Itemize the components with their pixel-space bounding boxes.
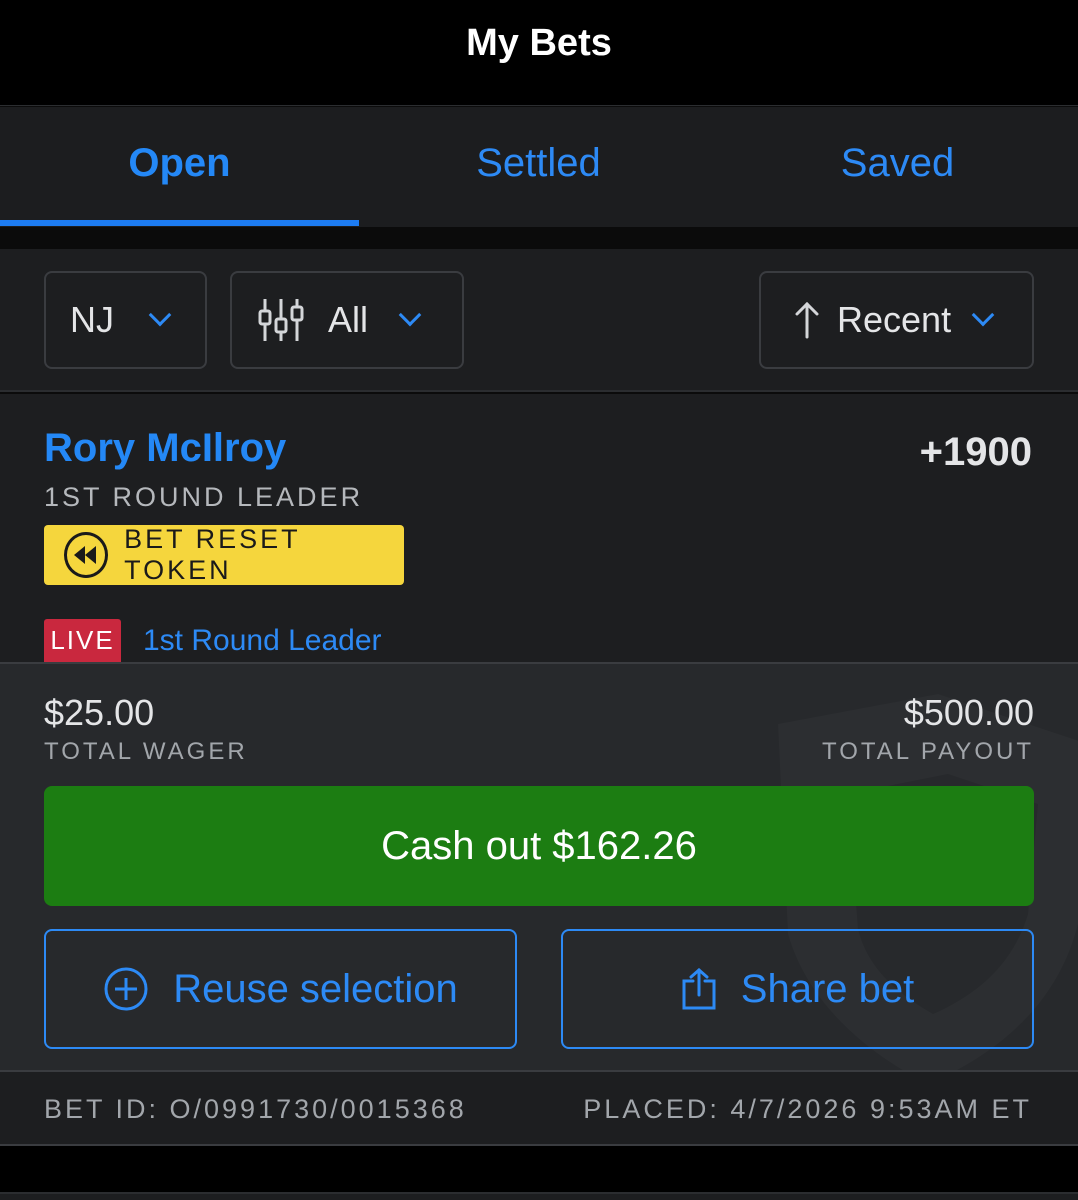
- state-filter-dropdown[interactable]: NJ: [44, 271, 207, 369]
- share-icon: [682, 968, 716, 1010]
- chevron-down-icon: [148, 303, 172, 327]
- rewind-icon: [64, 532, 109, 578]
- reuse-selection-button[interactable]: Reuse selection: [44, 929, 517, 1049]
- chevron-down-icon: [971, 303, 995, 327]
- sort-label: Recent: [837, 299, 952, 340]
- tab-open[interactable]: Open: [0, 107, 359, 227]
- bet-card-footer: BET ID: O/0991730/0015368 PLACED: 4/7/20…: [0, 1070, 1078, 1146]
- reuse-selection-label: Reuse selection: [173, 966, 458, 1011]
- divider: [0, 1146, 1078, 1192]
- live-event-link[interactable]: 1st Round Leader: [143, 624, 382, 658]
- total-wager-value: $25.00: [44, 692, 155, 733]
- total-wager-label: TOTAL WAGER: [44, 738, 248, 765]
- active-tab-indicator: [0, 220, 359, 226]
- cash-out-button[interactable]: Cash out $162.26: [44, 786, 1034, 906]
- next-card-edge: [0, 1192, 1078, 1200]
- tab-saved[interactable]: Saved: [718, 107, 1077, 227]
- bet-odds: +1900: [919, 430, 1032, 474]
- live-badge: LIVE: [44, 619, 121, 662]
- plus-circle-icon: [104, 967, 148, 1011]
- page-title: My Bets: [466, 22, 612, 64]
- bet-card-header: Rory McIlroy +1900 1ST ROUND LEADER BET …: [0, 394, 1078, 662]
- top-bar: My Bets: [0, 0, 1078, 106]
- total-payout-label: TOTAL PAYOUT: [821, 738, 1034, 765]
- bet-type-filter-dropdown[interactable]: All: [230, 271, 464, 369]
- sliders-icon: [258, 299, 304, 341]
- share-bet-label: Share bet: [740, 966, 915, 1011]
- arrow-up-icon: [795, 301, 819, 339]
- share-bet-button[interactable]: Share bet: [561, 929, 1034, 1049]
- total-payout-value: $500.00: [903, 692, 1034, 733]
- token-label: BET RESET TOKEN: [124, 524, 301, 585]
- bet-card-summary: $25.00 TOTAL WAGER $500.00 TOTAL PAYOUT …: [0, 662, 1078, 1070]
- bet-type-filter-label: All: [328, 299, 369, 340]
- tab-settled[interactable]: Settled: [359, 107, 718, 227]
- selection-name[interactable]: Rory McIlroy: [44, 426, 286, 471]
- placed-timestamp: PLACED: 4/7/2026 9:53AM ET: [583, 1094, 1032, 1124]
- sort-dropdown[interactable]: Recent: [759, 271, 1034, 369]
- filter-bar: NJ All Recent: [0, 249, 1078, 392]
- bet-reset-token-badge[interactable]: BET RESET TOKEN: [44, 524, 404, 585]
- chevron-down-icon: [398, 303, 422, 327]
- market-name: 1ST ROUND LEADER: [44, 482, 364, 512]
- tab-bar: Open Settled Saved: [0, 107, 1078, 227]
- state-filter-label: NJ: [70, 299, 114, 340]
- divider: [0, 227, 1078, 249]
- bet-id: BET ID: O/0991730/0015368: [44, 1094, 467, 1124]
